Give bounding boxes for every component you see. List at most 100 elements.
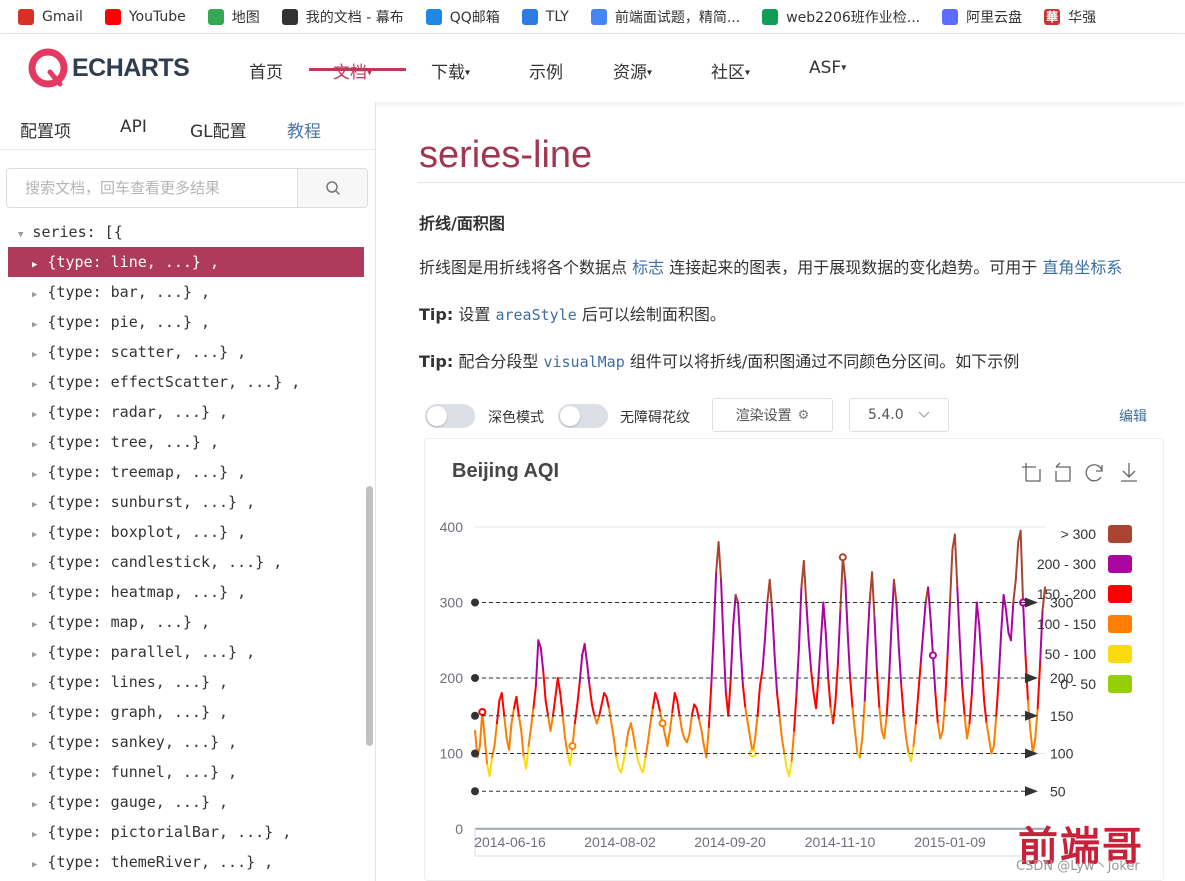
series-segment	[508, 722, 513, 751]
tree-item[interactable]: ▶ {type: boxplot, ...} ,	[8, 517, 364, 547]
tree-item[interactable]: ▶ {type: pie, ...} ,	[8, 307, 364, 337]
series-segment	[654, 692, 659, 702]
series-segment	[722, 639, 727, 695]
tree-item[interactable]: ▶ {type: scatter, ...} ,	[8, 337, 364, 367]
tree-item-label: {type: graph, ...} ,	[47, 703, 229, 721]
nav-item-5[interactable]: 社区▾	[711, 58, 750, 83]
nav-item-6[interactable]: ASF▾	[809, 58, 846, 78]
series-segment	[805, 601, 810, 642]
doc-search-input[interactable]: 搜索文档，回车查看更多结果	[6, 168, 298, 208]
tree-item-label: {type: parallel, ...} ,	[47, 643, 256, 661]
tree-item[interactable]: ▶ {type: pictorialBar, ...} ,	[8, 817, 364, 847]
bookmark-mubu[interactable]: 我的文档 - 幕布	[281, 7, 404, 27]
tab-options[interactable]: 配置项	[20, 117, 71, 142]
tab-api[interactable]: API	[120, 117, 147, 137]
tab-gl-options[interactable]: GL配置	[190, 117, 247, 142]
tree-item[interactable]: ▶ {type: tree, ...} ,	[8, 427, 364, 457]
series-segment	[851, 707, 856, 732]
restore-icon[interactable]	[1085, 464, 1103, 482]
zoom-area-icon[interactable]	[1022, 463, 1041, 482]
nav-item-0[interactable]: 首页	[249, 58, 283, 83]
nav-item-2[interactable]: 下载▾	[431, 58, 470, 83]
series-segment	[741, 684, 747, 710]
expand-triangle-icon: ▶	[32, 800, 38, 810]
legend-label: 150 - 200	[1037, 586, 1096, 602]
tree-item[interactable]: ▶ {type: bar, ...} ,	[8, 277, 364, 307]
tree-item[interactable]: ▶ {type: lines, ...} ,	[8, 667, 364, 697]
version-select[interactable]: 5.4.0	[849, 398, 949, 432]
series-segment	[846, 631, 852, 679]
tree-item[interactable]: ▶ {type: map, ...} ,	[8, 607, 364, 637]
expand-triangle-icon: ▶	[32, 590, 38, 600]
series-segment	[861, 699, 866, 740]
tree-item[interactable]: ▶ {type: line, ...} ,	[8, 247, 364, 277]
bookmark-youtube[interactable]: YouTube	[104, 8, 186, 25]
download-icon[interactable]	[1121, 463, 1137, 482]
nav-item-3[interactable]: 示例	[529, 58, 563, 83]
tree-item[interactable]: ▶ {type: heatmap, ...} ,	[8, 577, 364, 607]
toggle-knob	[560, 406, 580, 426]
series-segment	[612, 737, 618, 759]
bookmark-qqmail[interactable]: QQ邮箱	[425, 7, 500, 27]
nav-item-label: 下载	[431, 63, 465, 83]
echarts-logo[interactable]: ECHARTS	[28, 48, 190, 88]
nav-item-4[interactable]: 资源▾	[613, 58, 652, 83]
series-segment	[586, 661, 591, 687]
zoom-reset-icon[interactable]	[1055, 462, 1071, 482]
tree-item[interactable]: ▶ {type: sankey, ...} ,	[8, 727, 364, 757]
series-segment	[495, 699, 501, 725]
tree-item[interactable]: ▶ {type: candlestick, ...} ,	[8, 547, 364, 577]
bookmark-gmail[interactable]: Gmail	[18, 8, 83, 25]
tree-item[interactable]: ▶ {type: parallel, ...} ,	[8, 637, 364, 667]
series-segment	[651, 692, 657, 710]
tree-item[interactable]: ▶ {type: sunburst, ...} ,	[8, 487, 364, 517]
series-segment	[834, 661, 839, 702]
bookmark-sheets[interactable]: web2206班作业检...	[762, 7, 920, 27]
series-segment	[620, 760, 625, 774]
tip-text-after: 后可以绘制面积图。	[581, 305, 726, 324]
series-segment	[615, 756, 620, 770]
bookmark-tly[interactable]: TLY	[521, 8, 569, 25]
tree-item[interactable]: ▶ {type: themeRiver, ...} ,	[8, 847, 364, 877]
version-value: 5.4.0	[868, 407, 904, 423]
dark-mode-toggle[interactable]	[425, 404, 475, 428]
series-segment	[739, 646, 744, 687]
cartesian-link[interactable]: 直角坐标系	[1042, 258, 1122, 277]
symbol-link[interactable]: 标志	[632, 258, 664, 277]
series-segment	[678, 714, 684, 732]
sidebar-scrollbar[interactable]	[366, 486, 373, 746]
tree-item[interactable]: ▶ {type: effectScatter, ...} ,	[8, 367, 364, 397]
edit-link[interactable]: 编辑	[1119, 406, 1147, 426]
nav-item-1[interactable]: 文档▾	[333, 58, 372, 83]
tree-item[interactable]: ▶ {type: funnel, ...} ,	[8, 757, 364, 787]
tree-item[interactable]: ▶ {type: gauge, ...} ,	[8, 787, 364, 817]
doc-sidebar: 配置项 API GL配置 教程 搜索文档，回车查看更多结果 ▼ series: […	[0, 102, 376, 881]
bookmark-huaqiang[interactable]: 華华强	[1044, 7, 1096, 27]
expand-triangle-icon: ▶	[32, 710, 38, 720]
search-button[interactable]	[297, 168, 368, 208]
tree-item[interactable]: ▶ {type: graph, ...} ,	[8, 697, 364, 727]
bookmark-aliyun-drive[interactable]: 阿里云盘	[942, 7, 1022, 27]
tree-root[interactable]: ▼ series: [{	[8, 217, 364, 247]
markline-label: 150	[1050, 708, 1074, 724]
tree-item[interactable]: ▶ {type: treemap, ...} ,	[8, 457, 364, 487]
legend-label: > 300	[1061, 526, 1097, 542]
series-segment	[802, 559, 808, 604]
x-tick-label: 2014-08-02	[584, 834, 656, 850]
series-segment	[871, 571, 876, 619]
series-segment	[793, 692, 798, 732]
bookmark-maps[interactable]: 地图	[207, 7, 260, 27]
a11y-pattern-toggle[interactable]	[558, 404, 608, 428]
intro-text-middle: 连接起来的图表，用于展现数据的变化趋势。可用于	[669, 258, 1038, 277]
series-segment	[885, 677, 891, 717]
data-point	[928, 651, 937, 660]
bookmark-docs[interactable]: 前端面试题，精简...	[590, 7, 740, 27]
markline-label: 50	[1050, 783, 1066, 799]
series-segment	[685, 733, 691, 744]
tab-tutorial[interactable]: 教程	[287, 117, 321, 142]
series-segment	[790, 729, 796, 763]
series-segment	[681, 729, 686, 740]
series-segment	[970, 646, 976, 695]
tree-item[interactable]: ▶ {type: radar, ...} ,	[8, 397, 364, 427]
render-settings-button[interactable]: 渲染设置 ⚙	[712, 398, 833, 432]
